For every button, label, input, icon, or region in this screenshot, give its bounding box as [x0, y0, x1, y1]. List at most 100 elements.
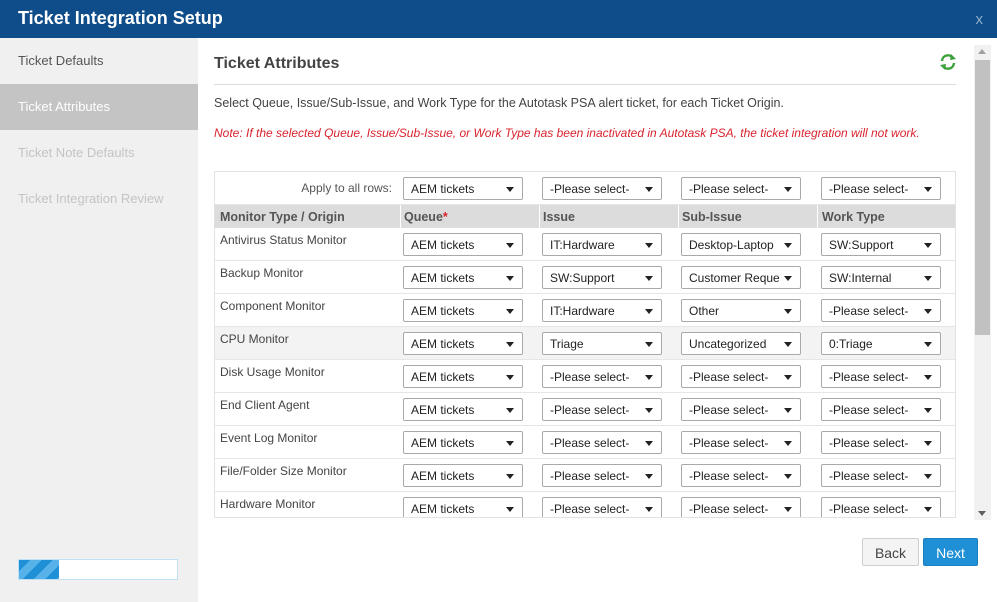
sidebar-item-ticket-defaults[interactable]: Ticket Defaults	[0, 38, 198, 84]
table-row: Antivirus Status Monitor AEM tickets IT:Ha…	[215, 228, 955, 261]
queue-select[interactable]: AEM tickets	[403, 464, 523, 487]
apply-all-label: Apply to all rows:	[301, 181, 392, 195]
issue-select[interactable]: IT:Hardware	[542, 299, 662, 322]
chevron-down-icon	[506, 187, 514, 192]
worktype-select[interactable]: SW:Internal	[821, 266, 941, 289]
sidebar-item-ticket-integration-review: Ticket Integration Review	[18, 191, 164, 206]
worktype-select[interactable]: 0:Triage	[821, 332, 941, 355]
header-worktype: Work Type	[822, 210, 885, 224]
table-row: End Client Agent AEM tickets -Please selec…	[215, 393, 955, 426]
subissue-select[interactable]: -Please select-	[681, 464, 801, 487]
chevron-down-icon	[924, 243, 932, 248]
table-row: Hardware Monitor AEM tickets -Please selec…	[215, 492, 955, 517]
subissue-select[interactable]: -Please select-	[681, 431, 801, 454]
sidebar: Ticket Defaults Ticket Attributes Ticket…	[0, 38, 198, 602]
chevron-down-icon	[645, 441, 653, 446]
header-origin: Monitor Type / Origin	[220, 210, 345, 224]
chevron-down-icon	[506, 342, 514, 347]
row-origin-name: Hardware Monitor	[220, 497, 316, 511]
apply-all-row: Apply to all rows: AEM tickets -Please s…	[215, 172, 955, 205]
queue-select[interactable]: AEM tickets	[403, 497, 523, 517]
queue-select[interactable]: AEM tickets	[403, 431, 523, 454]
chevron-down-icon	[645, 474, 653, 479]
issue-select[interactable]: -Please select-	[542, 464, 662, 487]
table-scrollbar[interactable]	[974, 45, 991, 520]
worktype-select[interactable]: -Please select-	[821, 299, 941, 322]
back-button[interactable]: Back	[862, 538, 919, 566]
chevron-down-icon	[784, 441, 792, 446]
chevron-down-icon	[645, 187, 653, 192]
chevron-down-icon	[645, 342, 653, 347]
queue-select[interactable]: AEM tickets	[403, 332, 523, 355]
chevron-down-icon	[645, 243, 653, 248]
chevron-down-icon	[645, 507, 653, 512]
chevron-down-icon	[784, 375, 792, 380]
header-queue: Queue*	[404, 210, 448, 224]
chevron-down-icon	[645, 309, 653, 314]
issue-select[interactable]: -Please select-	[542, 431, 662, 454]
queue-select[interactable]: AEM tickets	[403, 266, 523, 289]
chevron-down-icon	[506, 408, 514, 413]
chevron-down-icon	[784, 342, 792, 347]
worktype-select[interactable]: -Please select-	[821, 497, 941, 517]
apply-queue-select[interactable]: AEM tickets	[403, 177, 523, 200]
sidebar-item-ticket-note-defaults: Ticket Note Defaults	[18, 145, 135, 160]
apply-subissue-select[interactable]: -Please select-	[681, 177, 801, 200]
queue-select[interactable]: AEM tickets	[403, 365, 523, 388]
progress-bar	[18, 559, 178, 580]
subissue-select[interactable]: -Please select-	[681, 398, 801, 421]
warning-note: Note: If the selected Queue, Issue/Sub-I…	[214, 126, 920, 140]
chevron-down-icon	[924, 507, 932, 512]
row-origin-name: End Client Agent	[220, 398, 310, 412]
row-origin-name: Event Log Monitor	[220, 431, 318, 445]
issue-select[interactable]: -Please select-	[542, 365, 662, 388]
issue-select[interactable]: -Please select-	[542, 497, 662, 517]
worktype-select[interactable]: -Please select-	[821, 365, 941, 388]
chevron-down-icon	[506, 441, 514, 446]
queue-select[interactable]: AEM tickets	[403, 299, 523, 322]
worktype-select[interactable]: -Please select-	[821, 431, 941, 454]
row-origin-name: CPU Monitor	[220, 332, 289, 346]
refresh-icon[interactable]	[939, 53, 957, 71]
subissue-select[interactable]: Customer Reque	[681, 266, 801, 289]
description-text: Select Queue, Issue/Sub-Issue, and Work …	[214, 96, 784, 110]
chevron-down-icon	[645, 276, 653, 281]
worktype-select[interactable]: SW:Support	[821, 233, 941, 256]
scroll-up-icon[interactable]	[978, 49, 986, 54]
queue-select[interactable]: AEM tickets	[403, 233, 523, 256]
subissue-select[interactable]: Other	[681, 299, 801, 322]
close-icon[interactable]: x	[976, 11, 984, 28]
issue-select[interactable]: IT:Hardware	[542, 233, 662, 256]
scroll-down-icon[interactable]	[978, 511, 986, 516]
table-row: Disk Usage Monitor AEM tickets -Please sel…	[215, 360, 955, 393]
issue-select[interactable]: -Please select-	[542, 398, 662, 421]
apply-issue-select[interactable]: -Please select-	[542, 177, 662, 200]
row-origin-name: Antivirus Status Monitor	[220, 233, 347, 247]
table-row: File/Folder Size Monitor AEM tickets -Plea…	[215, 459, 955, 492]
worktype-select[interactable]: -Please select-	[821, 398, 941, 421]
next-button[interactable]: Next	[923, 538, 978, 566]
row-origin-name: Component Monitor	[220, 299, 326, 313]
issue-select[interactable]: Triage	[542, 332, 662, 355]
chevron-down-icon	[784, 309, 792, 314]
chevron-down-icon	[784, 474, 792, 479]
chevron-down-icon	[924, 187, 932, 192]
chevron-down-icon	[924, 408, 932, 413]
sidebar-item-ticket-attributes[interactable]: Ticket Attributes	[0, 84, 198, 130]
title-bar: Ticket Integration Setup x	[0, 0, 997, 38]
apply-worktype-select[interactable]: -Please select-	[821, 177, 941, 200]
subissue-select[interactable]: Uncategorized	[681, 332, 801, 355]
chevron-down-icon	[506, 474, 514, 479]
subissue-select[interactable]: Desktop-Laptop	[681, 233, 801, 256]
queue-select[interactable]: AEM tickets	[403, 398, 523, 421]
chevron-down-icon	[506, 375, 514, 380]
subissue-select[interactable]: -Please select-	[681, 365, 801, 388]
subissue-select[interactable]: -Please select-	[681, 497, 801, 517]
table-row: Component Monitor AEM tickets IT:Hardware O…	[215, 294, 955, 327]
issue-select[interactable]: SW:Support	[542, 266, 662, 289]
header-issue: Issue	[543, 210, 575, 224]
chevron-down-icon	[924, 342, 932, 347]
worktype-select[interactable]: -Please select-	[821, 464, 941, 487]
chevron-down-icon	[506, 309, 514, 314]
scroll-thumb[interactable]	[975, 60, 990, 335]
